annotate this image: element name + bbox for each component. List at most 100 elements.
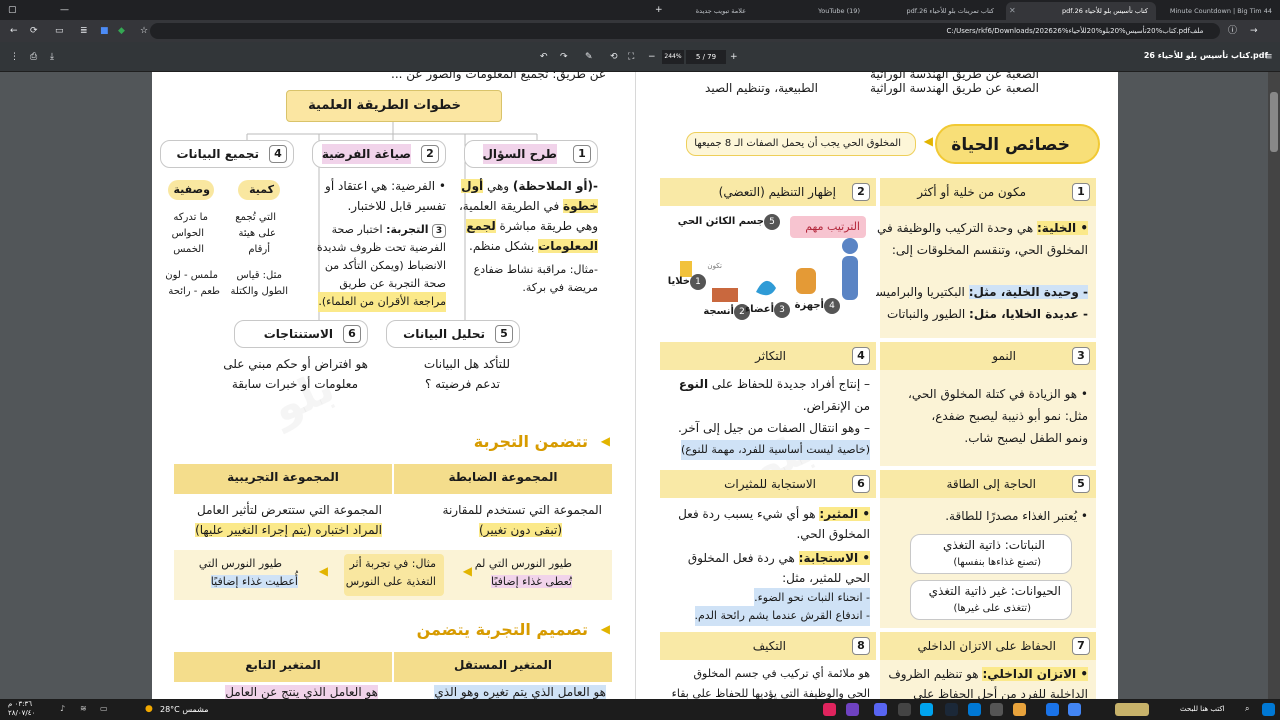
tissue-shape [712, 288, 738, 302]
discord-icon[interactable] [874, 703, 887, 716]
arrow-icon: ◀ [600, 434, 610, 448]
battery-icon[interactable]: ▭ [100, 703, 108, 715]
star-icon[interactable]: ☆ [140, 25, 148, 37]
tab-pdf-active[interactable]: كتاب تأسيس بلو للأحياء 26.pdf ✕ [1006, 2, 1156, 20]
shield-icon[interactable]: ◆ [118, 25, 125, 37]
arrow-icon: ◀ [462, 564, 472, 578]
item-2-header: 2 إظهار التنظيم (التعضي) [660, 178, 876, 206]
address-bar: ← ⟳ ▭ ≣ ■ ◆ ☆ C:/Users/rkf6/Downloads/20… [0, 20, 1280, 42]
more-icon[interactable]: ⋮ [10, 51, 19, 63]
folder-icon[interactable] [1013, 703, 1026, 716]
page-input[interactable]: 5 / 79 [686, 50, 726, 64]
taskbar: ٠٣:٣٦ م ٢٨/٠٧/٤٠ ♪ ≋ ▭ ● 28°C مشمس اكتب … [0, 699, 1280, 720]
pdf-viewer: بلو بلو الصعبة عن طريق الهندسة الوراثية … [0, 72, 1280, 699]
new-tab-icon[interactable]: + [655, 4, 663, 16]
item-7-body: • الاتزان الداخلي: هو تنظيم الظروف الداخ… [880, 660, 1096, 699]
refresh-icon[interactable]: ⟳ [30, 25, 38, 37]
app-icon[interactable] [898, 703, 911, 716]
scrollbar[interactable] [1268, 72, 1280, 699]
quant-tag: كمية [238, 180, 280, 200]
control-body: المجموعة التي تستخدم للمقارنة (تبقى دون … [394, 494, 612, 548]
system-shape [796, 268, 816, 294]
left-top-line: عن طريق: تجميع المعلومات والصور عن ... [391, 72, 606, 81]
clock-date: ٢٨/٠٧/٤٠ [8, 709, 36, 717]
arrow-icon: ◀ [600, 622, 610, 636]
info-icon[interactable]: ⓘ [1228, 25, 1237, 37]
tab-pdf-exercises[interactable]: كتاب تمرينات بلو للأحياء 26.pdf [872, 2, 1002, 20]
close-icon[interactable]: ✕ [1009, 2, 1016, 20]
url-input[interactable]: C:/Users/rkf6/Downloads/2026كتاب%20تأسيس… [150, 23, 1220, 39]
undo-icon[interactable]: ↶ [540, 51, 548, 63]
exp-title: تتضمن التجربة [473, 432, 588, 451]
step-5: 5 تحليل البيانات [386, 320, 520, 348]
section-title-box: خصائص الحياة [935, 124, 1100, 164]
zoom-in-icon[interactable]: + [730, 51, 738, 63]
widget-icon[interactable] [1115, 703, 1149, 716]
method-title: خطوات الطريقة العلمية [308, 98, 461, 113]
volume-icon[interactable]: ♪ [60, 703, 65, 715]
dep-body: هو العامل الذي ينتج عن العامل [225, 685, 378, 699]
item-8-body: هو ملائمة أي تركيب في جسم المخلوق الحي و… [671, 667, 870, 699]
print-icon[interactable]: ⎙ [30, 51, 37, 63]
window-menu-icon[interactable]: ▢ [8, 4, 17, 16]
step-6-body: هو افتراض أو حكم مبني على معلومات أو خبر… [223, 357, 368, 391]
bookmark-icon[interactable]: ■ [100, 25, 109, 37]
experimental-head: المجموعة التجريبية [174, 464, 392, 494]
item-1-body: • الخلية: هي وحدة التركيب والوظيفة في ال… [862, 206, 1096, 338]
fit-icon[interactable]: ⛶ [628, 51, 634, 63]
item-4-body: – إنتاج أفراد جديدة للحفاظ على النوع من … [660, 370, 876, 466]
item-7-header: 7 الحفاظ على الاتزان الداخلي [880, 632, 1096, 660]
wifi-icon[interactable]: ≋ [80, 703, 87, 715]
page-divider [635, 72, 636, 699]
search-box[interactable]: اكتب هنا للبحث [1180, 699, 1225, 720]
draw-icon[interactable]: ✎ [585, 51, 593, 63]
tab-countdown[interactable]: 44 Minute Countdown | Big Tim [1160, 2, 1280, 20]
app-icon[interactable] [823, 703, 836, 716]
scrollbar-thumb[interactable] [1270, 92, 1278, 152]
steam-icon[interactable] [945, 703, 958, 716]
zoom-input[interactable]: 244% [662, 50, 684, 64]
tab-bar: 44 Minute Countdown | Big Tim كتاب تأسيس… [0, 0, 1280, 20]
animals-box: الحيوانات: غير ذاتية التغذي (تتغذى على غ… [910, 580, 1072, 620]
tabs-icon[interactable]: ▭ [55, 25, 64, 37]
indep-head: المتغير المستقل [394, 652, 612, 682]
reading-icon[interactable]: ≣ [80, 25, 88, 37]
step-5-body: للتأكد هل البيانات تدعم فرضيته ؟ [423, 357, 510, 391]
weather-icon: ● [145, 704, 153, 714]
chrome-icon[interactable] [1068, 703, 1081, 716]
step-1: 1 طرح السؤال [464, 140, 598, 168]
rotate-icon[interactable]: ⟲ [610, 51, 618, 63]
step-6: 6 الاستنتاجات [234, 320, 368, 348]
body-head-shape [842, 238, 858, 254]
pdf-toolbar: ⋮ ⎙ ⤓ ↶ ↷ ✎ ⟲ ⛶ − 244% + 5 / 79 كتاب تأس… [0, 42, 1280, 72]
item-5-body: • يُعتبر الغذاء مصدرًا للطاقة. النباتات:… [880, 498, 1096, 628]
section-title: خصائص الحياة [951, 135, 1070, 155]
tab-youtube[interactable]: (19) YouTube [758, 2, 868, 20]
control-head: المجموعة الضابطة [394, 464, 612, 494]
step-2-body: • الفرضية: هي اعتقاد أو تفسير قابل للاخت… [306, 176, 446, 312]
plants-box: النباتات: ذاتية التغذي (تصنع غذاءها بنفس… [910, 534, 1072, 574]
files-icon[interactable] [990, 703, 1003, 716]
search-icon[interactable]: ⌕ [1245, 703, 1249, 715]
section-sub-pill: المخلوق الحي يجب أن يحمل الصفات الـ 8 جم… [686, 132, 916, 156]
item-4-header: 4 التكاثر [660, 342, 876, 370]
edge-icon[interactable] [1046, 703, 1059, 716]
forward-icon[interactable]: → [1250, 25, 1258, 37]
item-8-header: 8 التكيف [660, 632, 876, 660]
item-3-header: 3 النمو [880, 342, 1096, 370]
item-3-body: • هو الزيادة في كتلة المخلوق الحي، مثل: … [880, 370, 1096, 466]
app-icon[interactable] [920, 703, 933, 716]
back-icon[interactable]: ← [10, 25, 18, 37]
weather-text: 28°C مشمس [160, 705, 209, 714]
app-icon[interactable] [846, 703, 859, 716]
item-6-body: • المثير: هو أي شيء يسبب ردة فعل المخلوق… [660, 498, 876, 628]
menu-icon[interactable]: ≡ [1265, 51, 1273, 63]
app-icon[interactable] [968, 703, 981, 716]
start-icon[interactable] [1262, 703, 1275, 716]
download-icon[interactable]: ⤓ [50, 51, 54, 63]
url-prefix: ملف [1190, 27, 1204, 35]
minimize-icon[interactable]: — [60, 4, 69, 16]
redo-icon[interactable]: ↷ [560, 51, 568, 63]
step-2: 2 صياغة الفرضية [312, 140, 446, 168]
zoom-out-icon[interactable]: − [648, 51, 656, 63]
